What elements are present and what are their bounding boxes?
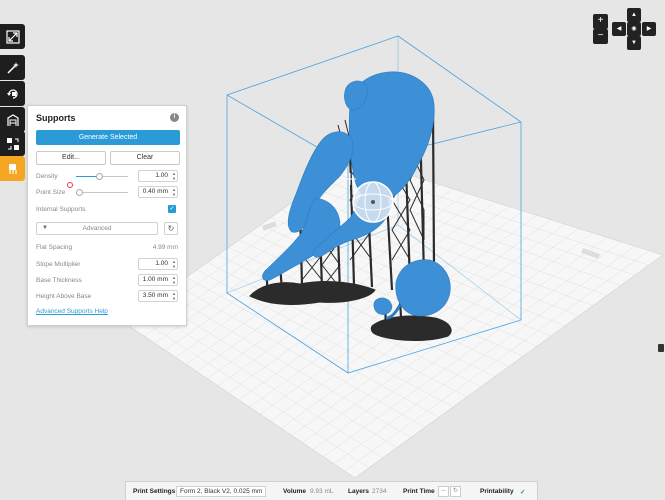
magic-wand-tool[interactable] bbox=[0, 55, 25, 80]
point-size-slider-thumb[interactable] bbox=[76, 189, 83, 196]
supports-tool-alt[interactable] bbox=[0, 107, 25, 132]
height-above-base-label: Height Above Base bbox=[36, 293, 92, 300]
side-panel-handle[interactable] bbox=[658, 344, 664, 352]
point-size-slider[interactable] bbox=[76, 189, 128, 196]
zoom-out-button[interactable]: − bbox=[593, 29, 608, 44]
status-bar: Print Settings Form 2, Black V2, 0.025 m… bbox=[125, 481, 538, 500]
advanced-supports-help-link[interactable]: Advanced Supports Help bbox=[36, 308, 108, 315]
internal-supports-checkbox[interactable]: ✓ bbox=[168, 205, 176, 213]
stepper-icon[interactable]: ▲ ▼ bbox=[172, 291, 176, 301]
zoom-in-button[interactable]: + bbox=[593, 14, 608, 29]
print-time-label: Print Time bbox=[403, 488, 435, 495]
orientation-icon bbox=[6, 88, 18, 99]
orientation-tool[interactable] bbox=[0, 81, 25, 106]
volume-label: Volume bbox=[283, 488, 306, 495]
view-left-button[interactable]: ◀ bbox=[612, 22, 626, 36]
supports-panel: Supports i Generate Selected Edit... Cle… bbox=[27, 105, 187, 326]
supports-active-icon bbox=[8, 163, 17, 174]
view-home-button[interactable]: ◉ bbox=[627, 22, 641, 36]
edit-button[interactable]: Edit... bbox=[36, 151, 106, 165]
view-down-button[interactable]: ▼ bbox=[627, 36, 641, 50]
stepper-icon[interactable]: ▲ ▼ bbox=[172, 171, 176, 181]
refresh-icon: ↻ bbox=[452, 488, 459, 494]
eye-icon: ◉ bbox=[631, 26, 637, 32]
triangle-down-icon: ▼ bbox=[42, 225, 48, 231]
internal-supports-label: Internal Supports bbox=[36, 206, 86, 213]
density-value: 1.00 bbox=[155, 172, 168, 179]
layout-tool[interactable] bbox=[0, 131, 25, 156]
point-size-input[interactable]: 0.40 mm ▲ ▼ bbox=[138, 186, 178, 198]
view-right-button[interactable]: ▶ bbox=[642, 22, 656, 36]
warning-icon bbox=[67, 182, 73, 188]
stepper-icon[interactable]: ▲ ▼ bbox=[172, 275, 176, 285]
base-thickness-label: Base Thickness bbox=[36, 277, 82, 284]
print-settings-label: Print Settings bbox=[133, 488, 176, 495]
layout-icon bbox=[6, 137, 19, 150]
height-above-base-input[interactable]: 3.50 mm ▲ ▼ bbox=[138, 290, 178, 302]
advanced-label: Advanced bbox=[82, 225, 112, 232]
volume-value: 9.93 mL bbox=[310, 488, 334, 495]
reset-icon: ↻ bbox=[167, 224, 175, 233]
layers-label: Layers bbox=[348, 488, 369, 495]
base-thickness-input[interactable]: 1.00 mm ▲ ▼ bbox=[138, 274, 178, 286]
layers-value: 2734 bbox=[372, 488, 387, 495]
supports-tool[interactable] bbox=[0, 156, 25, 181]
density-label: Density bbox=[36, 173, 58, 180]
printability-check-icon: ✓ bbox=[520, 489, 526, 496]
panel-title: Supports bbox=[36, 113, 76, 123]
reset-button[interactable]: ↻ bbox=[164, 222, 178, 235]
print-settings-field[interactable]: Form 2, Black V2, 0.025 mm bbox=[176, 486, 267, 497]
info-icon[interactable]: i bbox=[170, 113, 179, 122]
base-thickness-value: 1.00 mm bbox=[142, 276, 168, 283]
clear-button[interactable]: Clear bbox=[110, 151, 180, 165]
density-slider-thumb[interactable] bbox=[96, 173, 103, 180]
slope-multiplier-input[interactable]: 1.00 ▲ ▼ bbox=[138, 258, 178, 270]
generate-selected-button[interactable]: Generate Selected bbox=[36, 130, 180, 145]
magic-wand-icon bbox=[6, 61, 19, 74]
refresh-button[interactable]: ↻ bbox=[450, 486, 461, 497]
flat-spacing-label: Flat Spacing bbox=[36, 244, 73, 251]
stepper-icon[interactable]: ▲ ▼ bbox=[172, 259, 176, 269]
stepper-icon[interactable]: ▲ ▼ bbox=[172, 187, 176, 197]
print-time-value: -- bbox=[438, 486, 449, 497]
view-up-button[interactable]: ▲ bbox=[627, 8, 641, 22]
slope-multiplier-value: 1.00 bbox=[155, 260, 168, 267]
advanced-toggle[interactable]: ▼ Advanced bbox=[36, 222, 158, 235]
rotation-gizmo[interactable] bbox=[352, 181, 394, 223]
flat-spacing-value: 4.99 mm bbox=[152, 244, 178, 251]
expand-icon bbox=[5, 29, 20, 44]
point-size-value: 0.40 mm bbox=[142, 188, 168, 195]
select-tool[interactable] bbox=[0, 24, 25, 49]
density-input[interactable]: 1.00 ▲ ▼ bbox=[138, 170, 178, 182]
point-size-label: Point Size bbox=[36, 189, 66, 196]
slope-multiplier-label: Slope Multiplier bbox=[36, 261, 81, 268]
density-slider[interactable] bbox=[76, 173, 128, 180]
height-above-base-value: 3.50 mm bbox=[142, 292, 168, 299]
printability-label: Printability bbox=[480, 488, 514, 495]
supports-icon bbox=[6, 113, 19, 126]
